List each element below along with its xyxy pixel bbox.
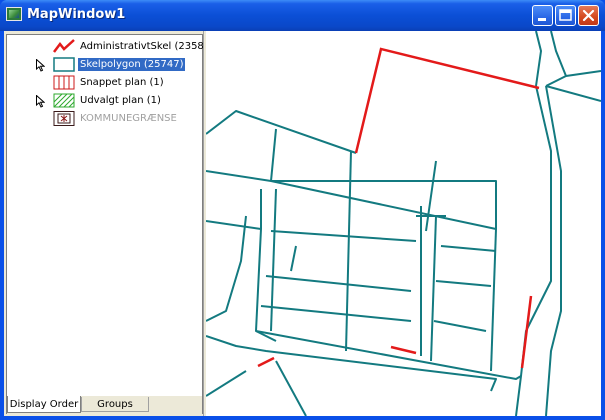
layer-item-kommunegraense[interactable]: KOMMUNEGRÆNSE [7,110,202,128]
close-button[interactable] [578,5,599,26]
admin-boundary [257,356,275,368]
green-hatched-polygon-icon [53,93,75,108]
maximize-icon [559,9,572,21]
layer-item-administrativtskel[interactable]: AdministrativtSkel (2358) [7,38,208,56]
title-bar[interactable]: MapWindow1 [0,0,605,31]
map-canvas[interactable] [206,31,601,416]
parcel-boundary [265,275,412,292]
parcel-boundary [433,320,487,332]
window-title: MapWindow1 [27,7,126,22]
parcel-boundary [270,188,277,332]
layer-list: AdministrativtSkel (2358) Skelpolygon (2… [7,35,208,395]
window-client-area: AdministrativtSkel (2358) Skelpolygon (2… [4,31,601,416]
parcel-boundary [260,305,412,322]
map-window: MapWindow1 AdministrativtSkel (2358) Ske… [0,0,605,420]
arrow-cursor-icon [36,95,45,108]
parcel-boundary [270,128,277,182]
parcel-boundary [270,230,417,242]
legend-tabs: Display Order Groups [7,395,202,414]
admin-boundary [390,345,417,355]
map-window-app-icon [6,7,22,21]
parcel-boundary [545,31,567,87]
tab-groups[interactable]: Groups [81,397,149,412]
close-icon [582,9,595,22]
layer-label: Snappet plan (1) [80,77,164,88]
parcel-boundary [425,160,437,232]
teal-polygon-icon [53,57,75,72]
maximize-button[interactable] [555,5,576,26]
admin-boundary [354,47,540,154]
minimize-button[interactable] [532,5,553,26]
layer-label: KOMMUNEGRÆNSE [80,113,177,124]
parcel-boundary [435,280,492,287]
parcel-boundary [565,70,601,77]
parcel-boundary [206,370,247,397]
layer-item-snappet-plan[interactable]: Snappet plan (1) [7,74,202,92]
layer-item-udvalgt-plan[interactable]: Udvalgt plan (1) [7,92,202,110]
minimize-icon [538,18,546,21]
layer-item-skelpolygon[interactable]: Skelpolygon (25747) [7,56,202,74]
layer-label: AdministrativtSkel (2358) [80,41,208,52]
parcel-boundary [275,360,307,416]
boundary-layer-icon [53,111,75,126]
red-line-icon [53,39,75,53]
parcel-boundary [206,110,357,154]
parcel-boundary [535,31,542,87]
red-hatched-polygon-icon [53,75,75,90]
layer-label: Skelpolygon (25747) [78,58,186,71]
parcel-boundary [206,215,247,322]
parcel-boundary [545,85,601,102]
legend-panel: AdministrativtSkel (2358) Skelpolygon (2… [6,34,208,414]
map-drawing [206,31,601,416]
arrow-cursor-icon [36,59,45,72]
tab-display-order[interactable]: Display Order [7,396,81,413]
parcel-boundary [290,245,297,272]
parcel-boundary [430,215,437,362]
parcel-boundary [440,245,497,252]
parcel-boundary [206,335,497,392]
layer-label: Udvalgt plan (1) [80,95,161,106]
admin-boundary [520,295,533,369]
parcel-boundary [206,220,262,230]
